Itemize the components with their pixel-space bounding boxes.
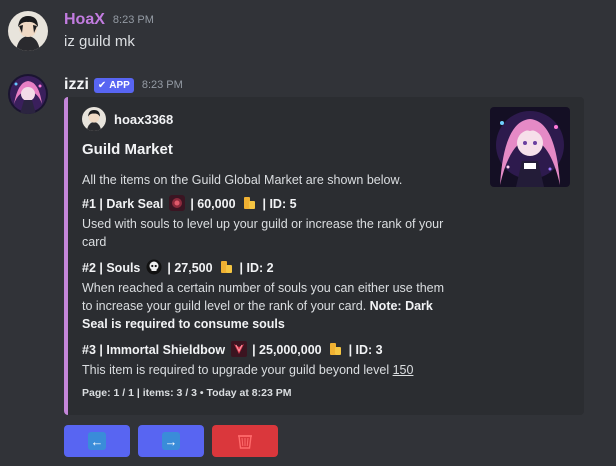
level-link[interactable]: 150: [393, 363, 414, 377]
item-name: #3 | Immortal Shieldbow: [82, 343, 226, 357]
delete-button[interactable]: [212, 425, 278, 457]
embed-author-name: hoax3368: [114, 111, 174, 127]
embed-author-avatar: [82, 107, 106, 131]
app-badge: ✔ APP: [93, 77, 134, 93]
item-header: #3 | Immortal Shieldbow | 25,000,000 | I…: [82, 341, 482, 359]
item-price: | 25,000,000: [252, 343, 322, 357]
embed-card: hoax3368 Guild Market All the items on t…: [64, 97, 584, 415]
gold-coins-icon: [330, 343, 342, 355]
item-header: #2 | Souls | 27,500 | ID: 2: [82, 259, 482, 277]
item-description-cont: card: [82, 235, 107, 249]
item-id: | ID: 2: [239, 261, 274, 275]
item-price: | 60,000: [190, 197, 236, 211]
author-name[interactable]: izzi: [64, 76, 89, 94]
item-note-cont: Seal is required to consume souls: [82, 315, 482, 333]
item-description-text: This item is required to upgrade your gu…: [82, 363, 393, 377]
embed-author: hoax3368: [82, 107, 173, 131]
badge-label: APP: [109, 79, 130, 91]
embed-intro: All the items on the Guild Global Market…: [82, 171, 482, 189]
item-note-text: Seal is required to consume souls: [82, 317, 285, 331]
hoax-avatar[interactable]: [8, 11, 48, 51]
timestamp: 8:23 PM: [112, 14, 154, 26]
skull-soul-icon: [146, 259, 162, 275]
author-name[interactable]: HoaX: [64, 11, 105, 29]
message-header: izzi ✔ APP 8:23 PM: [64, 76, 183, 94]
arrow-right-icon: →: [162, 432, 180, 450]
timestamp: 8:23 PM: [141, 79, 183, 91]
izzi-avatar[interactable]: [8, 74, 48, 114]
item-price: | 27,500: [167, 261, 213, 275]
wastebasket-icon: [236, 432, 254, 450]
item-note: Note: Dark: [369, 299, 433, 313]
gold-coins-icon: [244, 197, 255, 209]
item-name: #1 | Dark Seal: [82, 197, 164, 211]
checkmark-icon: ✔: [97, 79, 107, 91]
item-description-cont: to increase your guild level or the rank…: [82, 297, 482, 315]
market-item: #2 | Souls | 27,500 | ID: 2 When reached…: [82, 259, 482, 333]
dark-seal-icon: [168, 195, 185, 211]
message-hoax: HoaX 8:23 PM iz guild mk: [0, 0, 616, 60]
item-description: Used with souls to level up your guild o…: [82, 217, 444, 231]
embed-thumbnail[interactable]: [490, 107, 570, 187]
item-description-text: to increase your guild level or the rank…: [82, 299, 370, 313]
item-id: | ID: 3: [348, 343, 383, 357]
item-description: This item is required to upgrade your gu…: [82, 361, 482, 379]
market-item: #1 | Dark Seal | 60,000 | ID: 5 Used wit…: [82, 195, 482, 251]
market-item: #3 | Immortal Shieldbow | 25,000,000 | I…: [82, 341, 482, 379]
next-page-button[interactable]: →: [138, 425, 204, 457]
shieldbow-icon: [230, 341, 247, 357]
embed-footer: Page: 1 / 1 | items: 3 / 3 • Today at 8:…: [82, 387, 292, 399]
item-name: #2 | Souls: [82, 261, 141, 275]
embed-title: Guild Market: [82, 141, 173, 158]
previous-page-button[interactable]: ←: [64, 425, 130, 457]
message-header: HoaX 8:23 PM: [64, 11, 154, 29]
gold-coins-icon: [221, 261, 233, 273]
item-description: When reached a certain number of souls y…: [82, 281, 445, 295]
arrow-left-icon: ←: [88, 432, 106, 450]
item-id: | ID: 5: [262, 197, 297, 211]
message-content: iz guild mk: [64, 33, 135, 50]
intro-text: All the items on the Guild Global Market…: [82, 173, 403, 187]
item-header: #1 | Dark Seal | 60,000 | ID: 5: [82, 195, 482, 213]
